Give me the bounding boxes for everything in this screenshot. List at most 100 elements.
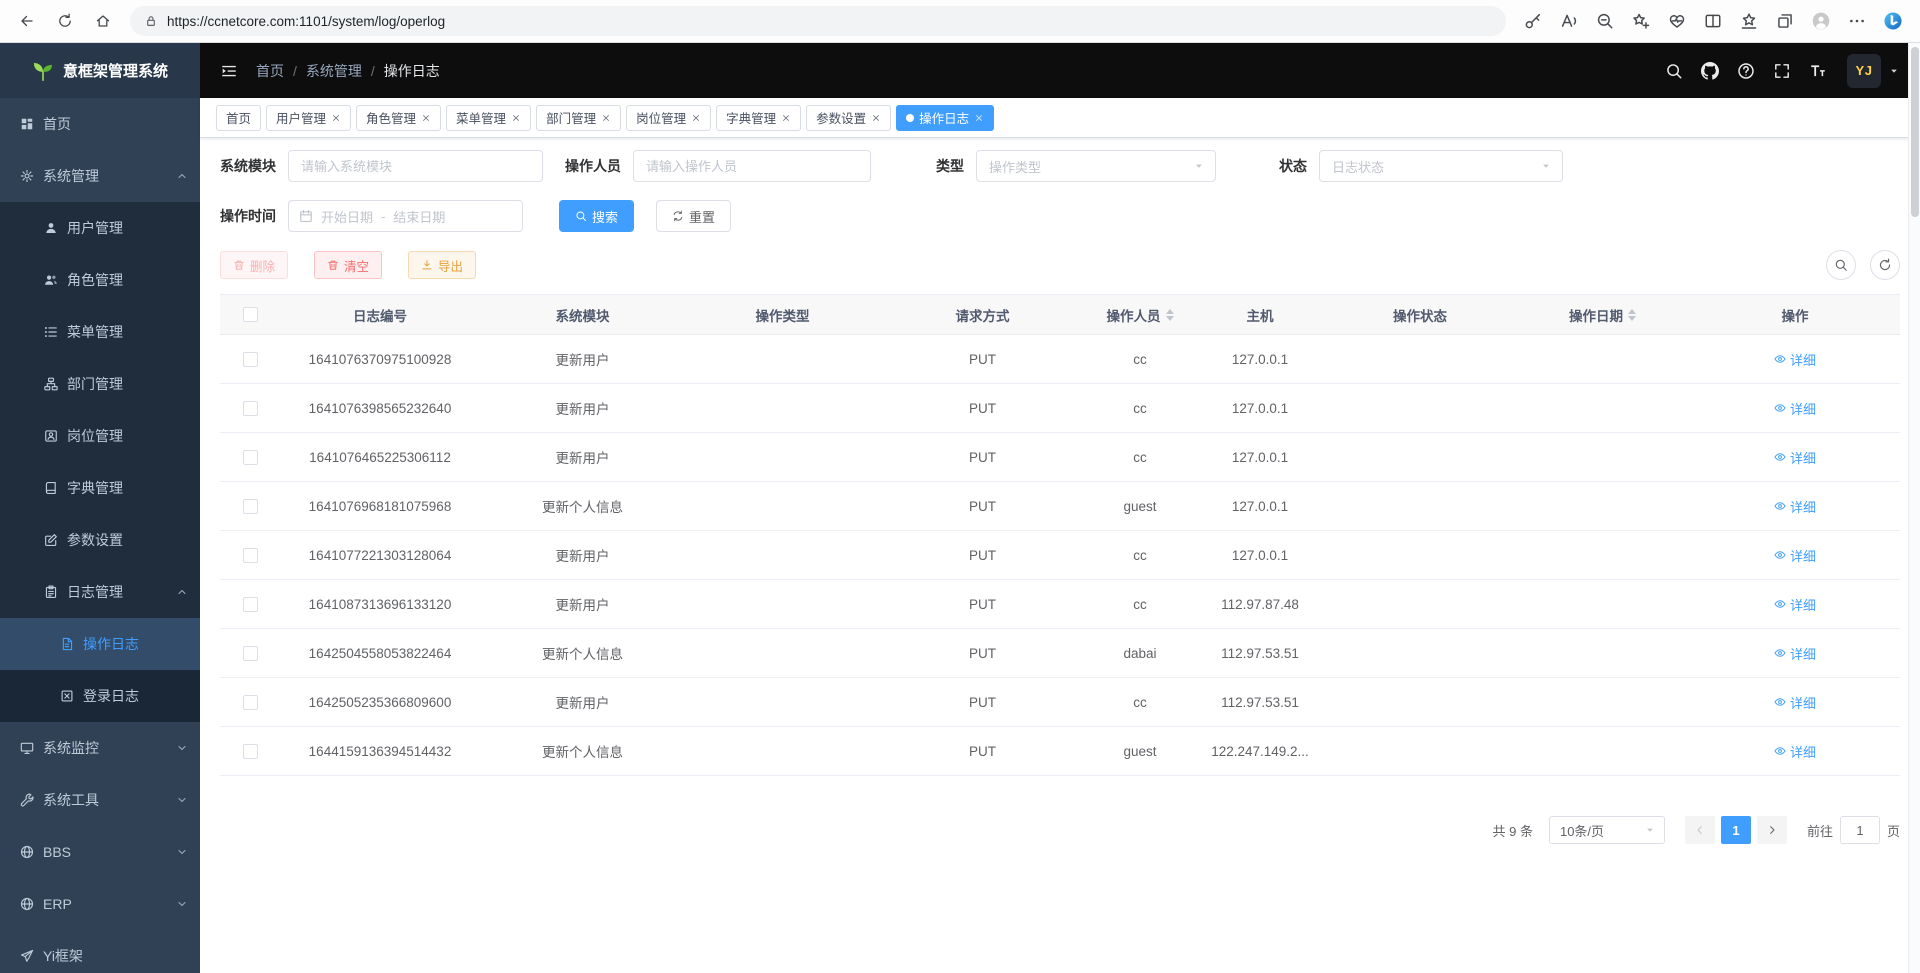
table-row[interactable]: 1641087313696133120 更新用户 PUT cc 112.97.8… bbox=[220, 580, 1900, 629]
sort-caret-icon[interactable] bbox=[1166, 309, 1174, 321]
row-checkbox[interactable] bbox=[243, 695, 258, 710]
row-checkbox[interactable] bbox=[243, 450, 258, 465]
sidebar-item[interactable]: 字典管理 bbox=[0, 462, 200, 514]
table-row[interactable]: 1641076370975100928 更新用户 PUT cc 127.0.0.… bbox=[220, 335, 1900, 384]
browser-scrollbar[interactable] bbox=[1908, 43, 1920, 973]
sidebar-item[interactable]: 岗位管理 bbox=[0, 410, 200, 462]
tab[interactable]: 字典管理 bbox=[716, 105, 801, 131]
search-button[interactable]: 搜索 bbox=[559, 200, 634, 232]
status-select[interactable]: 日志状态 bbox=[1319, 150, 1563, 182]
column-header[interactable]: 主机 bbox=[1195, 295, 1325, 335]
table-row[interactable]: 1642504558053822464 更新个人信息 PUT dabai 112… bbox=[220, 629, 1900, 678]
column-header[interactable]: 操作人员 bbox=[1085, 295, 1195, 335]
detail-link[interactable]: 详细 bbox=[1774, 399, 1816, 418]
row-checkbox[interactable] bbox=[243, 744, 258, 759]
operator-input[interactable] bbox=[633, 150, 871, 182]
tab[interactable]: 部门管理 bbox=[536, 105, 621, 131]
toggle-search-button[interactable] bbox=[1826, 250, 1856, 280]
address-bar[interactable]: https://ccnetcore.com:1101/system/log/op… bbox=[130, 6, 1506, 36]
sidebar-item[interactable]: 菜单管理 bbox=[0, 306, 200, 358]
clear-button[interactable]: 清空 bbox=[314, 251, 382, 279]
tab-close-icon[interactable] bbox=[421, 113, 431, 123]
profile-button[interactable] bbox=[1804, 5, 1838, 37]
column-header[interactable]: 操作日期 bbox=[1515, 295, 1690, 335]
sidebar-item[interactable]: 操作日志 bbox=[0, 618, 200, 670]
column-header[interactable]: 操作类型 bbox=[685, 295, 880, 335]
fullscreen-button[interactable] bbox=[1765, 54, 1799, 88]
collections-button[interactable] bbox=[1768, 5, 1802, 37]
back-button[interactable] bbox=[10, 5, 44, 37]
zoom-out-button[interactable] bbox=[1588, 5, 1622, 37]
select-all-checkbox[interactable] bbox=[243, 307, 258, 322]
table-row[interactable]: 1641076968181075968 更新个人信息 PUT guest 127… bbox=[220, 482, 1900, 531]
delete-button[interactable]: 删除 bbox=[220, 251, 288, 279]
help-button[interactable] bbox=[1729, 54, 1763, 88]
github-button[interactable] bbox=[1693, 54, 1727, 88]
breadcrumb-item[interactable]: 首页 / bbox=[256, 61, 306, 81]
sort-caret-icon[interactable] bbox=[1628, 309, 1636, 321]
row-checkbox[interactable] bbox=[243, 646, 258, 661]
tab-close-icon[interactable] bbox=[601, 113, 611, 123]
breadcrumb-item[interactable]: 系统管理 / bbox=[306, 61, 384, 81]
table-row[interactable]: 1642505235366809600 更新用户 PUT cc 112.97.5… bbox=[220, 678, 1900, 727]
detail-link[interactable]: 详细 bbox=[1774, 497, 1816, 516]
detail-link[interactable]: 详细 bbox=[1774, 742, 1816, 761]
row-checkbox[interactable] bbox=[243, 401, 258, 416]
reset-button[interactable]: 重置 bbox=[656, 200, 731, 232]
sidebar-toggle-button[interactable] bbox=[210, 52, 248, 90]
detail-link[interactable]: 详细 bbox=[1774, 595, 1816, 614]
tab-close-icon[interactable] bbox=[511, 113, 521, 123]
column-header[interactable]: 日志编号 bbox=[280, 295, 480, 335]
detail-link[interactable]: 详细 bbox=[1774, 644, 1816, 663]
search-button[interactable] bbox=[1657, 54, 1691, 88]
row-checkbox[interactable] bbox=[243, 548, 258, 563]
read-aloud-button[interactable] bbox=[1552, 5, 1586, 37]
detail-link[interactable]: 详细 bbox=[1774, 350, 1816, 369]
row-checkbox[interactable] bbox=[243, 499, 258, 514]
home-button[interactable] bbox=[86, 5, 120, 37]
sidebar-item[interactable]: 角色管理 bbox=[0, 254, 200, 306]
sidebar-item[interactable]: 参数设置 bbox=[0, 514, 200, 566]
date-range-picker[interactable]: 开始日期 - 结束日期 bbox=[288, 200, 523, 232]
page-size-select[interactable]: 10条/页 bbox=[1549, 816, 1665, 844]
user-menu[interactable]: YJ bbox=[1847, 54, 1900, 88]
row-checkbox[interactable] bbox=[243, 352, 258, 367]
sidebar-item[interactable]: 日志管理 bbox=[0, 566, 200, 618]
tab-close-icon[interactable] bbox=[331, 113, 341, 123]
sidebar-item[interactable]: 系统工具 bbox=[0, 774, 200, 826]
row-checkbox[interactable] bbox=[243, 597, 258, 612]
sidebar-item[interactable]: 首页 bbox=[0, 98, 200, 150]
tab-close-icon[interactable] bbox=[974, 113, 984, 123]
table-row[interactable]: 1641076465225306112 更新用户 PUT cc 127.0.0.… bbox=[220, 433, 1900, 482]
tab-close-icon[interactable] bbox=[691, 113, 701, 123]
scrollbar-thumb[interactable] bbox=[1911, 47, 1919, 217]
prev-page-button[interactable] bbox=[1685, 816, 1715, 844]
refresh-button[interactable] bbox=[48, 5, 82, 37]
column-header[interactable]: 请求方式 bbox=[880, 295, 1085, 335]
sidebar-item[interactable]: BBS bbox=[0, 826, 200, 878]
bing-button[interactable] bbox=[1876, 5, 1910, 37]
favorite-add-button[interactable] bbox=[1624, 5, 1658, 37]
tab[interactable]: 参数设置 bbox=[806, 105, 891, 131]
column-header[interactable]: 操作状态 bbox=[1325, 295, 1515, 335]
column-header[interactable]: 系统模块 bbox=[480, 295, 685, 335]
split-screen-button[interactable] bbox=[1696, 5, 1730, 37]
tab[interactable]: 角色管理 bbox=[356, 105, 441, 131]
tab[interactable]: 操作日志 bbox=[896, 105, 994, 131]
favorites-bar-button[interactable] bbox=[1732, 5, 1766, 37]
sidebar-item[interactable]: 系统管理 bbox=[0, 150, 200, 202]
tab[interactable]: 菜单管理 bbox=[446, 105, 531, 131]
tab[interactable]: 首页 bbox=[216, 105, 261, 131]
table-row[interactable]: 1641077221303128064 更新用户 PUT cc 127.0.0.… bbox=[220, 531, 1900, 580]
sidebar-item[interactable]: 系统监控 bbox=[0, 722, 200, 774]
refresh-button[interactable] bbox=[1870, 250, 1900, 280]
detail-link[interactable]: 详细 bbox=[1774, 693, 1816, 712]
goto-page-input[interactable] bbox=[1840, 816, 1880, 844]
sidebar-item[interactable]: Yi框架 bbox=[0, 930, 200, 973]
detail-link[interactable]: 详细 bbox=[1774, 448, 1816, 467]
breadcrumb-item[interactable]: 操作日志 / bbox=[384, 61, 440, 81]
tab[interactable]: 岗位管理 bbox=[626, 105, 711, 131]
sidebar-item[interactable]: ERP bbox=[0, 878, 200, 930]
key-button[interactable] bbox=[1516, 5, 1550, 37]
type-select[interactable]: 操作类型 bbox=[976, 150, 1216, 182]
